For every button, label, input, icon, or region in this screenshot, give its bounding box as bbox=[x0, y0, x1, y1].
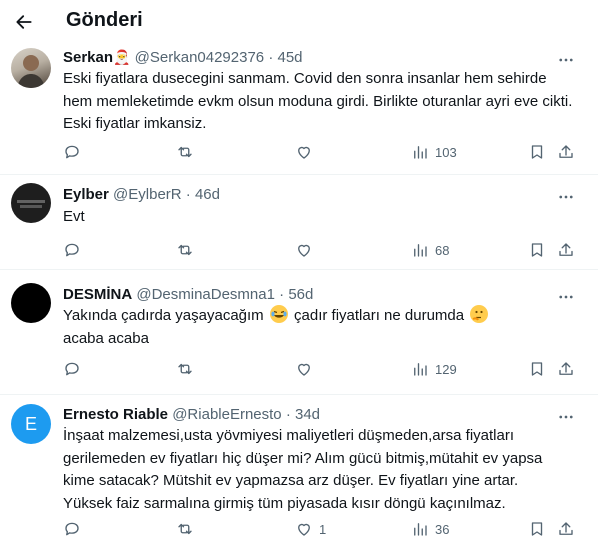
reply-button[interactable] bbox=[63, 240, 81, 260]
heart-icon bbox=[298, 244, 310, 257]
bookmark-icon bbox=[531, 362, 543, 376]
like-button[interactable] bbox=[295, 142, 319, 162]
avatar[interactable]: E bbox=[11, 404, 51, 444]
timestamp[interactable]: 45d bbox=[278, 49, 303, 66]
like-button[interactable]: 1 bbox=[295, 519, 326, 539]
more-options-button[interactable] bbox=[556, 50, 576, 70]
timestamp[interactable]: 34d bbox=[295, 406, 320, 423]
reply-button[interactable] bbox=[63, 142, 81, 162]
reply-item[interactable]: DESMİNA @DesminaDesmna1 · 56d Yakında ça… bbox=[0, 270, 598, 395]
repost-icon bbox=[178, 523, 192, 535]
analytics-icon bbox=[414, 523, 427, 536]
heart-icon bbox=[298, 363, 310, 376]
like-button[interactable] bbox=[295, 240, 319, 260]
repost-icon bbox=[178, 146, 192, 158]
display-name[interactable]: Eylber bbox=[63, 186, 109, 203]
views-button[interactable]: 129 bbox=[411, 359, 457, 379]
avatar-letter: E bbox=[24, 413, 37, 434]
reply-text: Yakında çadırda yaşayacağım çadır fiyatl… bbox=[63, 305, 533, 350]
analytics-icon bbox=[414, 244, 427, 257]
reply-meta: Serkan🎅 @Serkan04292376 · 45d bbox=[63, 49, 303, 66]
avatar[interactable] bbox=[11, 283, 51, 323]
views-button[interactable]: 103 bbox=[411, 142, 457, 162]
repost-button[interactable] bbox=[176, 240, 194, 260]
bookmark-icon bbox=[531, 145, 543, 159]
bookmark-button[interactable] bbox=[528, 240, 546, 260]
back-button[interactable] bbox=[10, 8, 38, 36]
action-bar: 103 bbox=[63, 142, 580, 162]
reply-meta: Eylber @EylberR · 46d bbox=[63, 186, 220, 203]
bookmark-button[interactable] bbox=[528, 519, 546, 539]
reply-text: Evt bbox=[63, 208, 85, 225]
repost-icon bbox=[178, 363, 192, 375]
analytics-icon bbox=[414, 363, 427, 376]
bookmark-icon bbox=[531, 522, 543, 536]
heart-icon bbox=[298, 146, 310, 159]
share-button[interactable] bbox=[557, 240, 575, 260]
avatar[interactable] bbox=[11, 183, 51, 223]
comment-icon bbox=[65, 243, 79, 257]
more-horizontal-icon bbox=[559, 58, 573, 62]
user-handle[interactable]: @DesminaDesmna1 bbox=[136, 286, 275, 303]
repost-button[interactable] bbox=[176, 519, 194, 539]
action-bar: 129 bbox=[63, 359, 580, 379]
share-icon bbox=[559, 522, 573, 535]
user-handle[interactable]: @RiableErnesto bbox=[172, 406, 281, 423]
display-name[interactable]: DESMİNA bbox=[63, 286, 132, 303]
reply-button[interactable] bbox=[63, 359, 81, 379]
heart-icon bbox=[298, 523, 310, 536]
more-horizontal-icon bbox=[559, 295, 573, 299]
views-button[interactable]: 68 bbox=[411, 240, 449, 260]
reply-item[interactable]: E Ernesto Riable @RiableErnesto · 34d İn… bbox=[0, 395, 598, 552]
bookmark-button[interactable] bbox=[528, 142, 546, 162]
more-options-button[interactable] bbox=[556, 287, 576, 307]
reply-meta: DESMİNA @DesminaDesmna1 · 56d bbox=[63, 286, 314, 303]
more-horizontal-icon bbox=[559, 415, 573, 419]
repost-button[interactable] bbox=[176, 142, 194, 162]
share-button[interactable] bbox=[557, 519, 575, 539]
reply-meta: Ernesto Riable @RiableErnesto · 34d bbox=[63, 406, 321, 423]
views-button[interactable]: 36 bbox=[411, 519, 449, 539]
timestamp[interactable]: 46d bbox=[195, 186, 220, 203]
bookmark-icon bbox=[531, 243, 543, 257]
share-button[interactable] bbox=[557, 359, 575, 379]
share-icon bbox=[559, 243, 573, 256]
crying-laughing-emoji-icon bbox=[269, 305, 288, 323]
reply-item[interactable]: Serkan🎅 @Serkan04292376 · 45d Eski fiyat… bbox=[0, 44, 598, 175]
more-options-button[interactable] bbox=[556, 407, 576, 427]
analytics-icon bbox=[414, 146, 427, 159]
display-name[interactable]: Ernesto Riable bbox=[63, 406, 168, 423]
thinking-face-emoji-icon bbox=[470, 305, 489, 323]
user-handle[interactable]: @EylberR bbox=[113, 186, 182, 203]
reply-item[interactable]: Eylber @EylberR · 46d Evt 68 bbox=[0, 175, 598, 270]
reply-text: Eski fiyatlara dusecegini sanmam. Covid … bbox=[63, 70, 573, 132]
repost-button[interactable] bbox=[176, 359, 194, 379]
bookmark-button[interactable] bbox=[528, 359, 546, 379]
display-name[interactable]: Serkan bbox=[63, 49, 113, 66]
more-options-button[interactable] bbox=[556, 187, 576, 207]
repost-icon bbox=[178, 244, 192, 256]
comment-icon bbox=[65, 522, 79, 536]
user-handle[interactable]: @Serkan04292376 bbox=[135, 49, 265, 66]
like-count: 1 bbox=[319, 521, 327, 537]
reply-text: İnşaat malzemesi,usta yövmiyesi maliyetl… bbox=[63, 427, 543, 512]
reply-button[interactable] bbox=[63, 519, 81, 539]
avatar[interactable] bbox=[11, 48, 51, 88]
share-icon bbox=[559, 145, 573, 158]
share-button[interactable] bbox=[557, 142, 575, 162]
timestamp[interactable]: 56d bbox=[288, 286, 313, 303]
arrow-left-icon bbox=[16, 15, 32, 29]
comment-icon bbox=[65, 362, 79, 376]
santa-emoji: 🎅 bbox=[113, 49, 131, 65]
share-icon bbox=[559, 362, 573, 375]
top-header: Gönderi bbox=[0, 0, 598, 44]
more-horizontal-icon bbox=[559, 195, 573, 199]
comment-icon bbox=[65, 145, 79, 159]
page-title: Gönderi bbox=[66, 9, 143, 31]
action-bar: 68 bbox=[63, 240, 580, 260]
action-bar: 1 36 bbox=[63, 519, 580, 539]
like-button[interactable] bbox=[295, 359, 319, 379]
